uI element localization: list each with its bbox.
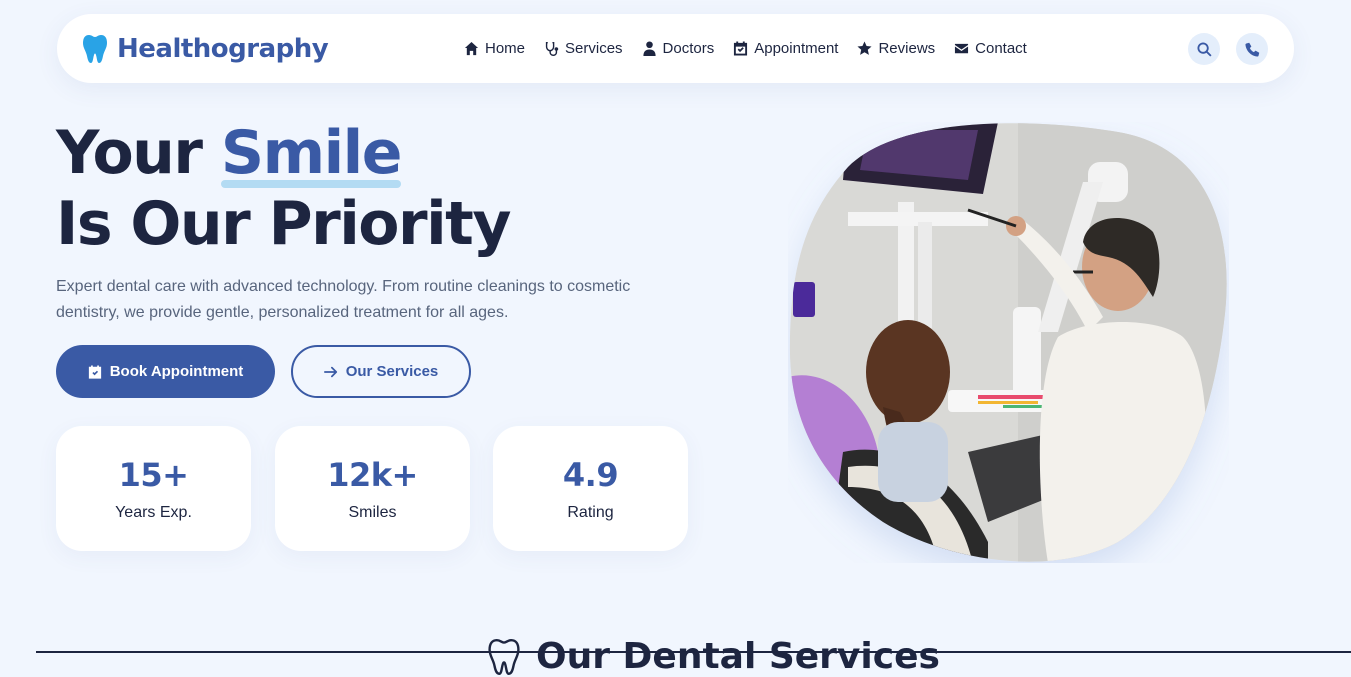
- stat-card-years: 15+ Years Exp.: [56, 426, 251, 551]
- stat-label: Years Exp.: [115, 504, 192, 521]
- hero-title: Your Smile Is Our Priority: [56, 118, 511, 260]
- hero-title-prefix: Your: [56, 118, 203, 188]
- stat-value: 4.9: [562, 456, 619, 494]
- our-services-label: Our Services: [345, 363, 439, 380]
- tooth-icon: [83, 34, 107, 63]
- arrow-right-icon: [323, 366, 337, 377]
- phone-icon: [1244, 42, 1259, 57]
- nav-item-doctors[interactable]: Doctors: [642, 40, 715, 57]
- services-section-title: Our Dental Services: [536, 636, 940, 677]
- stat-card-smiles: 12k+ Smiles: [275, 426, 470, 551]
- stat-label: Rating: [567, 504, 614, 521]
- hero-description: Expert dental care with advanced technol…: [56, 278, 631, 321]
- hero-photo: [789, 123, 1227, 562]
- nav-item-services[interactable]: Services: [544, 40, 623, 57]
- hero-title-accent: Smile: [220, 118, 402, 188]
- brand-logo[interactable]: Healthography: [83, 14, 329, 83]
- hero-title-line2: Is Our Priority: [56, 189, 511, 259]
- envelope-icon: [955, 43, 969, 54]
- calendar-check-icon: [734, 41, 748, 56]
- nav-item-label: Contact: [975, 40, 1027, 57]
- tooth-icon: [488, 638, 520, 675]
- doctor-icon: [642, 41, 656, 56]
- nav-item-label: Services: [565, 40, 623, 57]
- stat-card-rating: 4.9 Rating: [493, 426, 688, 551]
- star-icon: [857, 41, 872, 55]
- our-services-button[interactable]: Our Services: [291, 345, 471, 398]
- calendar-check-icon: [88, 364, 101, 379]
- home-icon: [464, 41, 479, 56]
- nav-item-reviews[interactable]: Reviews: [857, 40, 935, 57]
- book-appointment-button[interactable]: Book Appointment: [56, 345, 275, 398]
- book-appointment-label: Book Appointment: [109, 363, 244, 380]
- search-button[interactable]: [1188, 33, 1220, 65]
- stat-value: 12k+: [327, 456, 418, 494]
- stat-label: Smiles: [348, 504, 397, 521]
- nav-menu: Home Services Doctors Appointment Review…: [464, 14, 1027, 83]
- nav-item-label: Home: [485, 40, 526, 57]
- phone-button[interactable]: [1236, 33, 1268, 65]
- nav-item-appointment[interactable]: Appointment: [733, 40, 838, 57]
- nav-item-contact[interactable]: Contact: [954, 40, 1027, 57]
- stethoscope-icon: [545, 41, 559, 56]
- nav-item-label: Reviews: [878, 40, 936, 57]
- nav-item-label: Appointment: [754, 40, 839, 57]
- search-icon: [1196, 41, 1212, 57]
- nav-item-label: Doctors: [662, 40, 715, 57]
- top-navbar: Healthography Home Services Doctors Appo…: [57, 14, 1294, 83]
- nav-item-home[interactable]: Home: [464, 40, 525, 57]
- services-section-heading: Our Dental Services: [486, 636, 940, 677]
- nav-actions: [1188, 33, 1268, 65]
- brand-name: Healthography: [117, 33, 329, 64]
- stat-value: 15+: [118, 456, 189, 494]
